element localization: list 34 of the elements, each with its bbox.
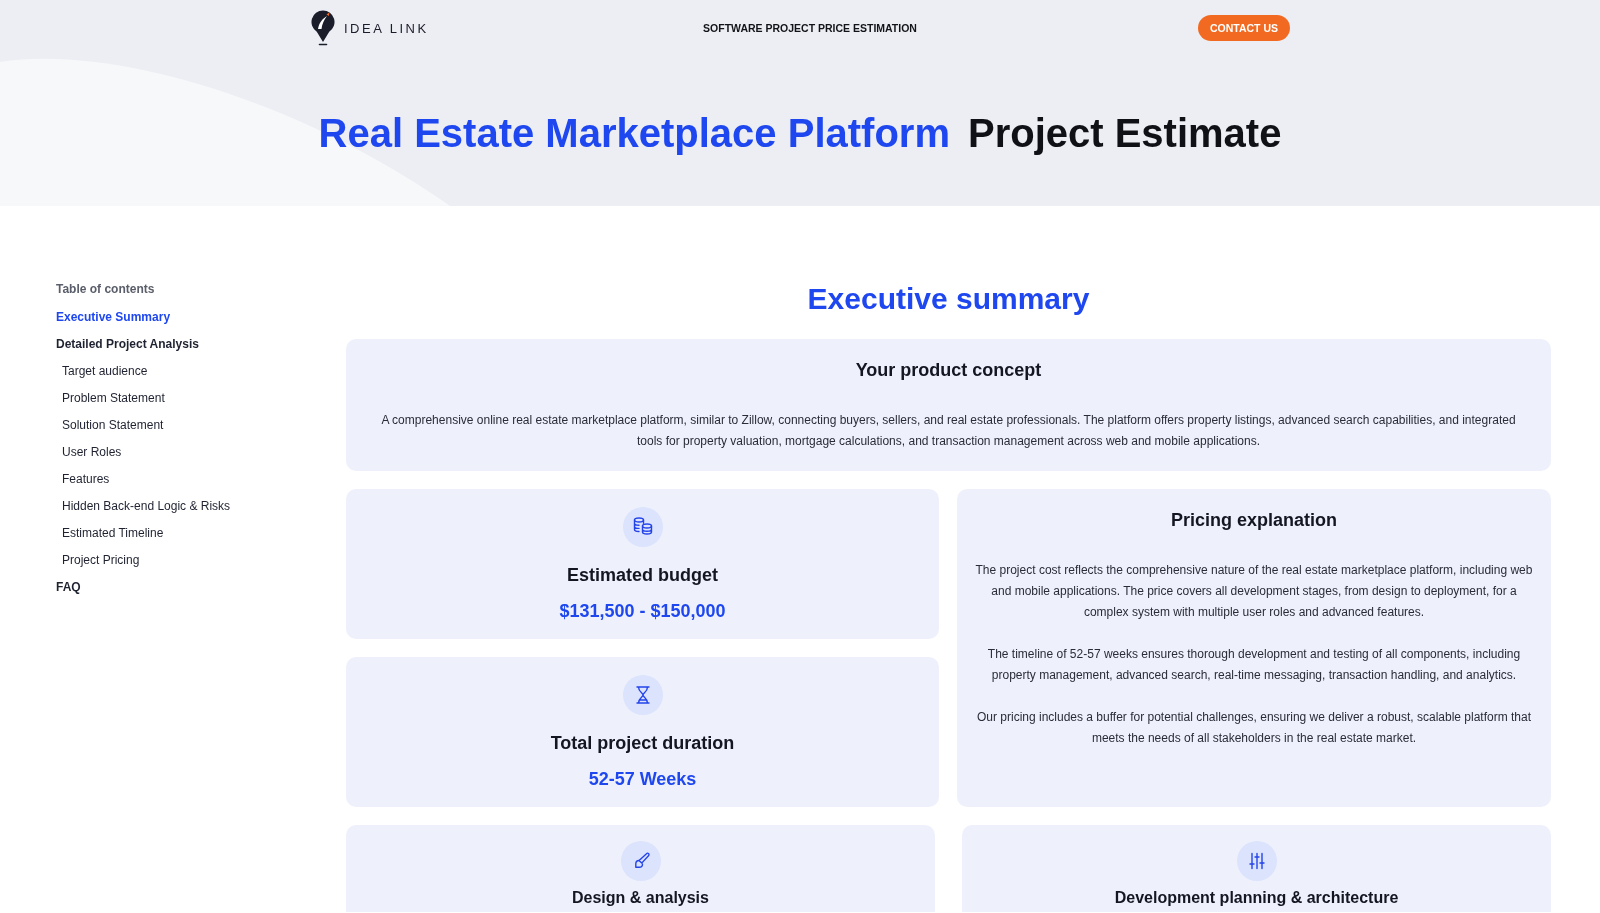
toc-link[interactable]: Features	[62, 471, 110, 487]
pricing-paragraph: The project cost reflects the comprehensive nature of the real estate marketplace platform, including web and mobile applications. The price covers all development stages, from design to deployment, for a complex system with multiple user roles and advanced features.	[975, 562, 1533, 621]
hourglass-icon	[622, 675, 663, 715]
page-title: Project Estimate	[967, 110, 1282, 157]
card-title: Development planning & architecture	[1114, 889, 1399, 907]
toc-link[interactable]: Problem Statement	[62, 390, 165, 406]
card-title: Design & analysis	[572, 889, 709, 907]
logo[interactable]: IDEA LINK	[310, 9, 429, 47]
toc-link[interactable]: Solution Statement	[62, 417, 164, 433]
pricing-paragraph: Our pricing includes a buffer for potential challenges, ensuring we deliver a robust, scalable platform that meets the needs of all stakeholders in the real estate market.	[975, 709, 1533, 747]
toc-link[interactable]: Target audience	[62, 363, 148, 379]
page-title-highlight: Real Estate Marketplace Platform	[318, 110, 950, 157]
toc-link[interactable]: FAQ	[56, 579, 81, 595]
toc-link[interactable]: Estimated Timeline	[62, 525, 164, 541]
card-title: Total project duration	[550, 732, 735, 754]
concept-text: A comprehensive online real estate marketplace platform, similar to Zillow, connecting buyers, sellers, and real estate professionals. The platform offers property listings, advanced search capabilities, and integrated tools for property valuation, mortgage calculations, and transaction management across web and mobile applications.	[380, 412, 1517, 450]
toc-link[interactable]: Executive Summary	[56, 309, 171, 325]
duration-value: 52-57 Weeks	[588, 768, 697, 790]
budget-value: $131,500 - $150,000	[559, 600, 726, 622]
bulb-logo-icon	[310, 9, 336, 47]
card-title: Estimated budget	[567, 564, 718, 586]
brush-icon	[620, 841, 661, 881]
nav-link[interactable]: SOFTWARE PROJECT PRICE ESTIMATION	[703, 22, 917, 34]
card-title: Pricing explanation	[1169, 509, 1338, 531]
card-title: Your product concept	[854, 359, 1043, 381]
coins-icon	[622, 507, 663, 547]
pricing-paragraph: The timeline of 52-57 weeks ensures thorough development and testing of all components, including property management, advanced search, real-time messaging, transaction handling, and analytics.	[986, 646, 1522, 684]
sliders-icon	[1236, 841, 1277, 881]
toc-link[interactable]: Hidden Back-end Logic & Risks	[62, 498, 231, 514]
section-heading: Executive summary	[806, 281, 1091, 317]
toc-link[interactable]: User Roles	[62, 444, 122, 460]
toc-link[interactable]: Project Pricing	[62, 552, 140, 568]
toc-link[interactable]: Detailed Project Analysis	[56, 336, 199, 352]
toc-heading: Table of contents	[56, 281, 156, 297]
